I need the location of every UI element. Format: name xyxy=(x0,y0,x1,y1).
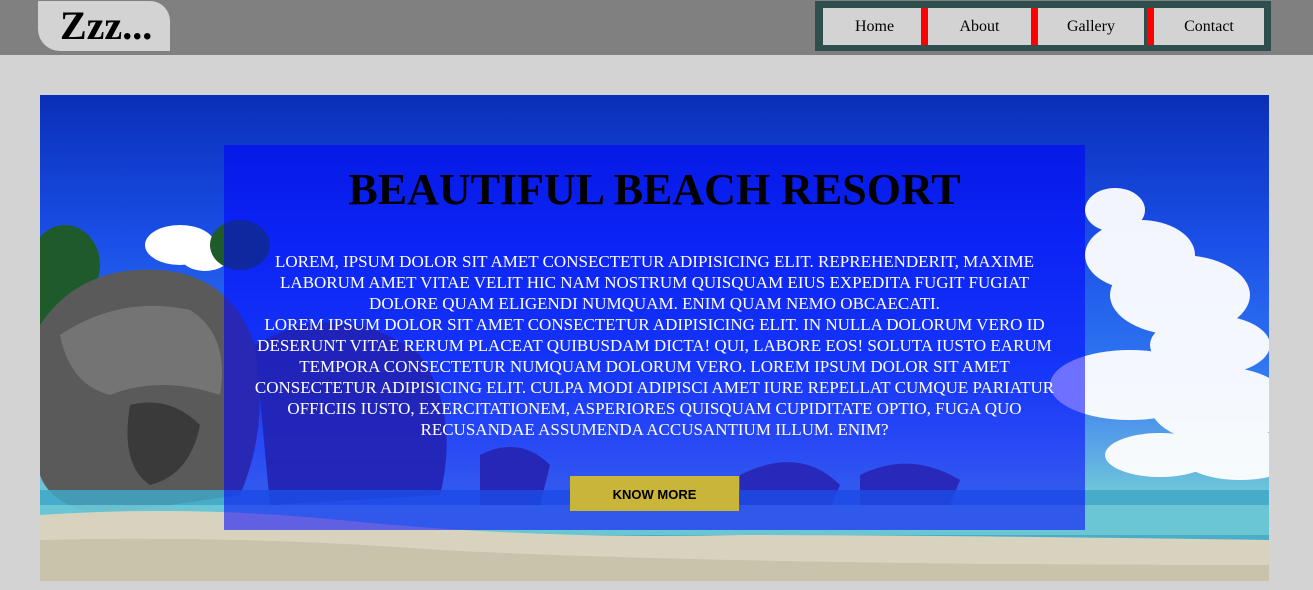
logo-text: Zzz... xyxy=(60,3,153,48)
hero-description: Lorem, ipsum dolor sit amet consectetur … xyxy=(246,251,1063,440)
hero-paragraph: Lorem ipsum dolor sit amet consectetur a… xyxy=(254,315,1055,439)
nav-separator xyxy=(1147,8,1154,45)
nav-item-gallery[interactable]: Gallery xyxy=(1038,8,1144,45)
nav-separator xyxy=(921,8,928,45)
nav-item-home[interactable]: Home xyxy=(823,8,926,45)
nav-separator xyxy=(1031,8,1038,45)
nav-item-contact[interactable]: Contact xyxy=(1154,8,1264,45)
nav-item-about[interactable]: About xyxy=(928,8,1031,45)
hero-overlay: BEAUTIFUL BEACH RESORT Lorem, ipsum dolo… xyxy=(224,145,1085,530)
know-more-button[interactable]: KNOW MORE xyxy=(570,476,739,511)
main-nav: Home About Gallery Contact xyxy=(815,1,1271,51)
site-header: Zzz... Home About Gallery Contact xyxy=(0,0,1313,55)
hero-paragraph: Lorem, ipsum dolor sit amet consectetur … xyxy=(274,252,1035,313)
hero-title: BEAUTIFUL BEACH RESORT xyxy=(348,165,961,214)
hero-section: BEAUTIFUL BEACH RESORT Lorem, ipsum dolo… xyxy=(40,95,1269,581)
logo[interactable]: Zzz... xyxy=(38,1,170,51)
